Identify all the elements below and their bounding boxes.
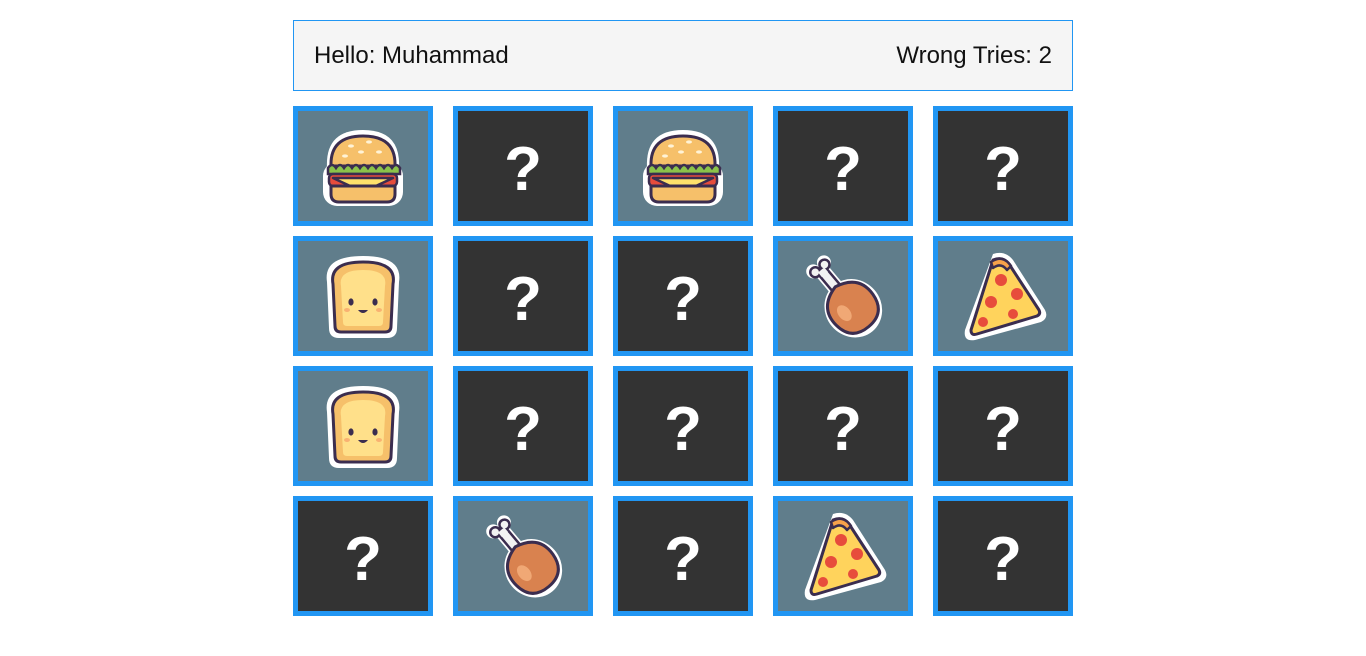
burger-icon <box>637 122 729 210</box>
question-mark: ? <box>664 265 702 334</box>
toast-icon <box>317 252 409 340</box>
pizza-slice-icon <box>955 250 1051 342</box>
card-revealed[interactable] <box>933 236 1073 356</box>
card-revealed[interactable] <box>453 496 593 616</box>
player-greeting: Hello: Muhammad <box>314 41 509 69</box>
question-mark: ? <box>824 395 862 464</box>
card-hidden[interactable]: ? <box>453 106 593 226</box>
toast-icon <box>317 382 409 470</box>
card-revealed[interactable] <box>293 106 433 226</box>
card-revealed[interactable] <box>293 366 433 486</box>
burger-icon <box>317 122 409 210</box>
question-mark: ? <box>344 525 382 594</box>
memory-game: Hello: Muhammad Wrong Tries: 2 ? ?? ? ? … <box>293 20 1073 616</box>
info-bar: Hello: Muhammad Wrong Tries: 2 <box>293 20 1073 91</box>
question-mark: ? <box>664 525 702 594</box>
card-hidden[interactable]: ? <box>773 106 913 226</box>
card-hidden[interactable]: ? <box>933 366 1073 486</box>
card-revealed[interactable] <box>613 106 753 226</box>
card-revealed[interactable] <box>773 236 913 356</box>
card-hidden[interactable]: ? <box>453 236 593 356</box>
wrong-tries-counter: Wrong Tries: 2 <box>896 41 1052 69</box>
question-mark: ? <box>984 135 1022 204</box>
card-hidden[interactable]: ? <box>613 236 753 356</box>
card-grid: ? ?? ?? ? ? ? ? ? ? ? <box>293 106 1073 616</box>
card-hidden[interactable]: ? <box>453 366 593 486</box>
pizza-slice-icon <box>795 510 891 602</box>
card-hidden[interactable]: ? <box>613 496 753 616</box>
question-mark: ? <box>824 135 862 204</box>
card-revealed[interactable] <box>773 496 913 616</box>
question-mark: ? <box>504 395 542 464</box>
question-mark: ? <box>664 395 702 464</box>
card-hidden[interactable]: ? <box>293 496 433 616</box>
card-hidden[interactable]: ? <box>933 496 1073 616</box>
card-hidden[interactable]: ? <box>933 106 1073 226</box>
question-mark: ? <box>504 135 542 204</box>
card-revealed[interactable] <box>293 236 433 356</box>
question-mark: ? <box>504 265 542 334</box>
question-mark: ? <box>984 395 1022 464</box>
chicken-leg-icon <box>797 250 889 342</box>
card-hidden[interactable]: ? <box>613 366 753 486</box>
card-hidden[interactable]: ? <box>773 366 913 486</box>
chicken-leg-icon <box>477 510 569 602</box>
question-mark: ? <box>984 525 1022 594</box>
